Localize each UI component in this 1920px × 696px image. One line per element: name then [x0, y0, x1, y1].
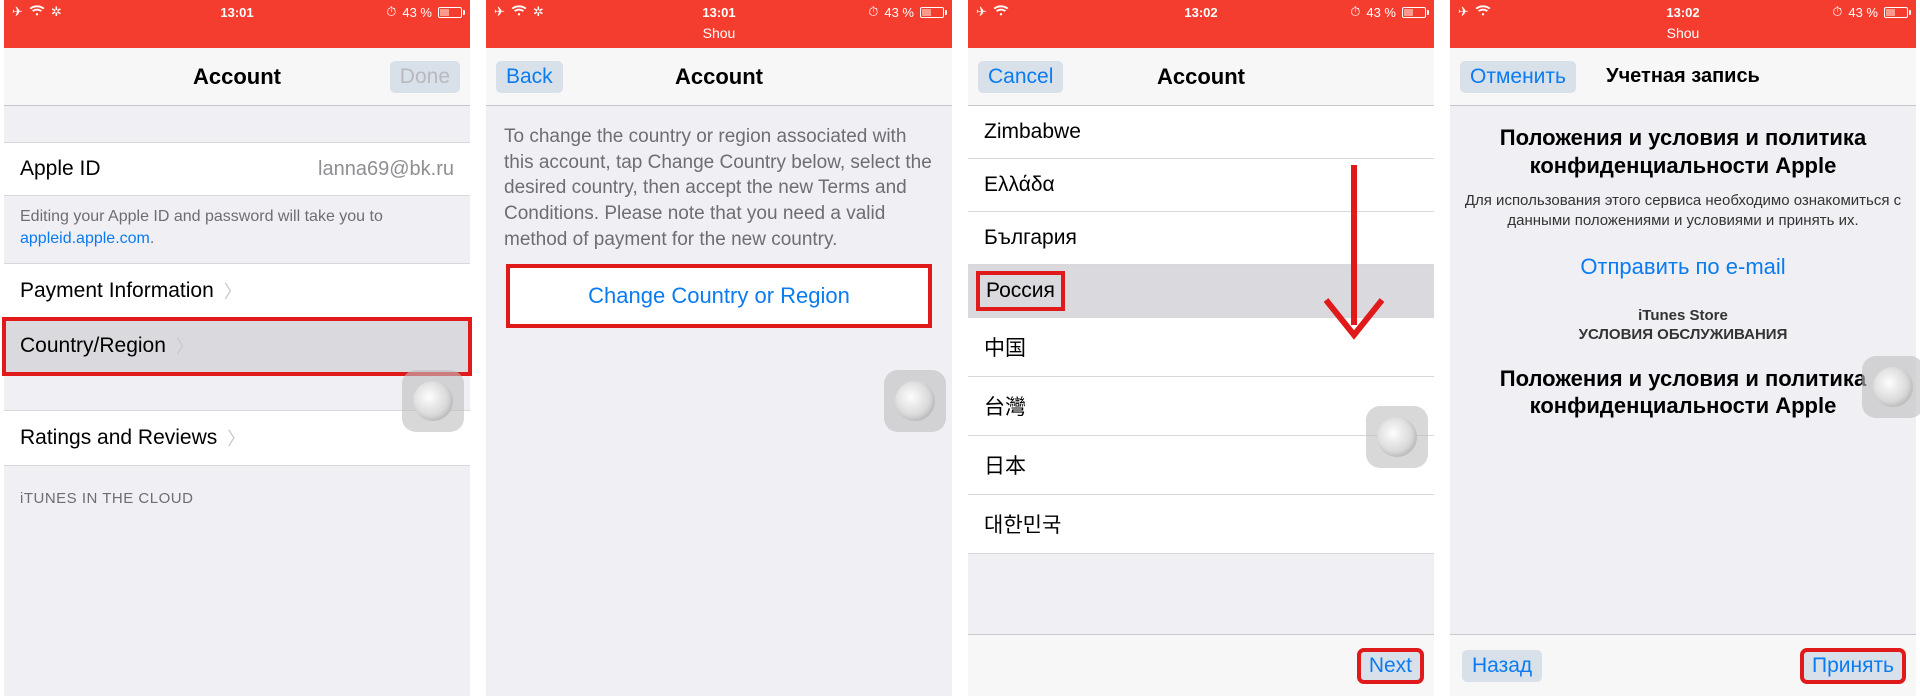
assistive-touch-button[interactable] — [1862, 356, 1920, 418]
status-time: 13:01 — [4, 5, 470, 20]
status-time: 13:02 — [968, 5, 1434, 20]
terms-title: Положения и условия и политика конфиденц… — [1464, 124, 1902, 179]
row-ratings-reviews[interactable]: Ratings and Reviews 〉 — [4, 410, 470, 466]
apple-id-link[interactable]: appleid.apple.com — [20, 230, 150, 247]
chevron-right-icon: 〉 — [176, 333, 194, 359]
change-country-button[interactable]: Change Country or Region — [508, 266, 930, 326]
cancel-button[interactable]: Cancel — [978, 61, 1063, 93]
back-button[interactable]: Back — [496, 61, 563, 93]
status-bar: ✈ ✲ 13:01 ⏱ 43 % — [4, 0, 470, 24]
status-bar: ✈ ✲ 13:01 ⏱ 43 % — [486, 0, 952, 24]
apple-id-value: lanna69@bk.ru — [318, 158, 454, 181]
payment-label: Payment Information — [20, 279, 214, 303]
chevron-right-icon: 〉 — [227, 425, 245, 451]
bottom-bar: Назад Принять — [1450, 634, 1916, 696]
row-country-region[interactable]: Country/Region 〉 — [4, 319, 470, 374]
battery-icon — [438, 7, 462, 18]
apple-id-label: Apple ID — [20, 157, 101, 181]
bottom-bar: Next — [968, 634, 1434, 696]
screen-2: ✈ ✲ 13:01 ⏱ 43 % Shou Back Account To ch… — [486, 0, 952, 696]
country-row[interactable]: 대한민국 — [968, 495, 1434, 554]
assistive-touch-button[interactable] — [402, 370, 464, 432]
country-row[interactable]: 中国 — [968, 318, 1434, 377]
ratings-label: Ratings and Reviews — [20, 426, 217, 450]
screen-3: ✈ 13:02 ⏱ 43 % Cancel Account ZimbabweΕλ… — [968, 0, 1434, 696]
status-bar: ✈ 13:02 ⏱ 43 % — [968, 0, 1434, 24]
row-apple-id[interactable]: Apple ID lanna69@bk.ru — [4, 142, 470, 196]
nav-bar: Cancel Account — [968, 48, 1434, 106]
status-time: 13:01 — [486, 5, 952, 20]
chevron-right-icon: 〉 — [224, 278, 242, 304]
screen-4: ✈ 13:02 ⏱ 43 % Shou Отменить Учетная зап… — [1450, 0, 1916, 696]
status-subtitle — [968, 22, 1434, 48]
status-subtitle: Shou — [486, 22, 952, 48]
terms-subtitle: Для использования этого сервиса необходи… — [1464, 191, 1902, 232]
country-row[interactable]: 日本 — [968, 436, 1434, 495]
nav-bar: Back Account — [486, 48, 952, 106]
assistive-touch-button[interactable] — [884, 370, 946, 432]
country-row[interactable]: Zimbabwe — [968, 106, 1434, 159]
status-bar: ✈ 13:02 ⏱ 43 % — [1450, 0, 1916, 24]
battery-icon — [1402, 7, 1426, 18]
nav-bar: Account Done — [4, 48, 470, 106]
country-label: Country/Region — [20, 334, 166, 358]
done-button[interactable]: Done — [390, 61, 460, 93]
accept-button[interactable]: Принять — [1802, 650, 1904, 682]
screen-1: ✈ ✲ 13:01 ⏱ 43 % Account Done Apple ID l… — [4, 0, 470, 696]
country-row[interactable]: 台灣 — [968, 377, 1434, 436]
section-itunes-cloud: iTUNES IN THE CLOUD — [4, 466, 470, 515]
battery-icon — [1884, 7, 1908, 18]
status-time: 13:02 — [1450, 5, 1916, 20]
battery-icon — [920, 7, 944, 18]
apple-id-note: Editing your Apple ID and password will … — [4, 196, 470, 263]
status-subtitle: Shou — [1450, 22, 1916, 48]
store-terms-label: iTunes Store УСЛОВИЯ ОБСЛУЖИВАНИЯ — [1464, 306, 1902, 345]
terms-title-2: Положения и условия и политика конфиденц… — [1464, 365, 1902, 420]
assistive-touch-button[interactable] — [1366, 406, 1428, 468]
change-country-description: To change the country or region associat… — [486, 106, 952, 266]
nav-bar: Отменить Учетная запись — [1450, 48, 1916, 106]
back-button[interactable]: Назад — [1462, 650, 1542, 682]
next-button[interactable]: Next — [1359, 650, 1422, 682]
country-row[interactable]: Ελλάδα — [968, 159, 1434, 212]
country-row[interactable]: България — [968, 212, 1434, 265]
row-payment-info[interactable]: Payment Information 〉 — [4, 263, 470, 319]
send-email-link[interactable]: Отправить по e-mail — [1580, 254, 1785, 280]
cancel-button[interactable]: Отменить — [1460, 61, 1576, 93]
country-row[interactable]: Россия — [968, 265, 1434, 318]
status-subtitle — [4, 22, 470, 48]
country-list[interactable]: ZimbabweΕλλάδαБългарияРоссия中国台灣日本대한민국 — [968, 106, 1434, 554]
